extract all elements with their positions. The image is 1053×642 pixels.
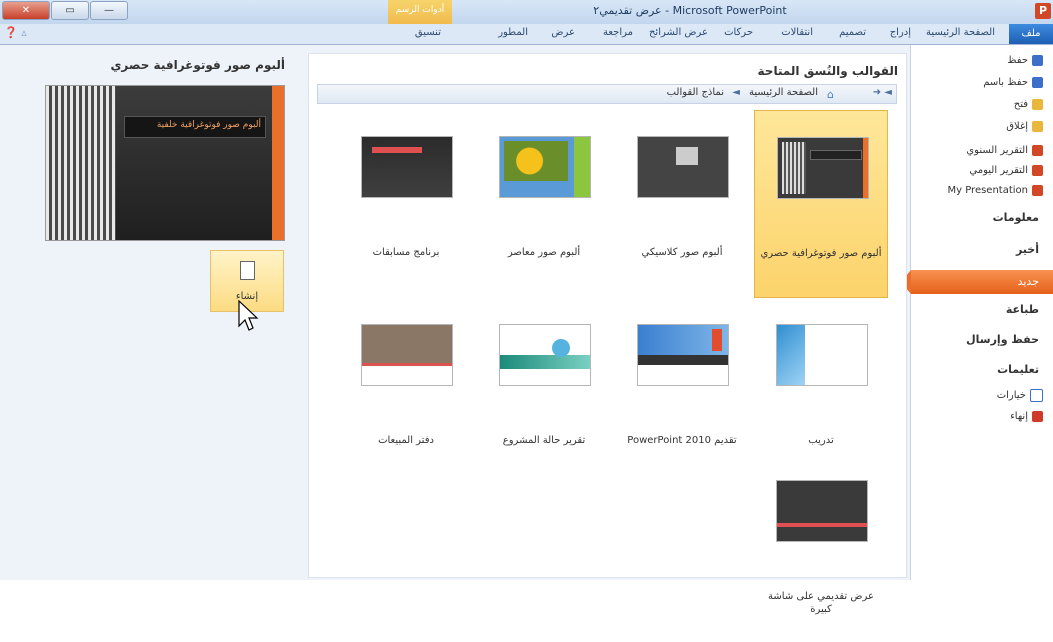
preview-slide: ألبوم صور فوتوغرافية خلفية: [45, 85, 285, 241]
preview-texture: [46, 86, 116, 240]
template-label: عرض تقديمي على شاشة كبيرة: [768, 591, 874, 615]
template-label: تدريب: [808, 435, 834, 446]
recent-file-2[interactable]: التقرير اليومي: [969, 165, 1043, 176]
tab-slideshow[interactable]: عرض الشرائح: [649, 27, 708, 38]
nav-save-as-label: حفظ باسم: [983, 77, 1028, 88]
nav-exit-label: إنهاء: [1010, 411, 1028, 422]
preview-slide-text: ألبوم صور فوتوغرافية خلفية: [156, 120, 261, 130]
template-thumbnail: [777, 137, 869, 199]
template-tile[interactable]: تقديم PowerPoint 2010: [615, 298, 749, 486]
tab-animations[interactable]: حركات: [724, 27, 753, 38]
close-folder-icon: [1032, 121, 1043, 132]
templates-panel: القوالب والنُسق المتاحة ➜ ◄ ⌂ الصفحة الر…: [308, 53, 907, 615]
home-icon[interactable]: ⌂: [827, 88, 834, 101]
nav-save-label: حفظ: [1007, 55, 1028, 66]
contextual-tab-group-label: أدوات الرسم: [395, 5, 445, 15]
nav-help[interactable]: تعليمات: [997, 363, 1039, 376]
window-controls: ✕ ▭ —: [2, 1, 128, 20]
template-thumbnail: [776, 480, 868, 542]
options-icon: [1030, 389, 1043, 402]
pptx-file-icon: [1032, 145, 1043, 156]
tab-format[interactable]: تنسيق: [415, 27, 441, 38]
back-forward-arrows[interactable]: ➜ ◄: [873, 87, 892, 98]
mouse-cursor-icon: [238, 300, 259, 331]
save-as-icon: [1032, 77, 1043, 88]
template-thumbnail: [637, 136, 729, 198]
new-document-icon: [240, 261, 255, 280]
minimize-ribbon-icon[interactable]: ▵: [21, 26, 27, 39]
template-tile[interactable]: ألبوم صور معاصر: [477, 110, 611, 298]
tab-home[interactable]: الصفحة الرئيسية: [926, 27, 995, 38]
template-tile[interactable]: ألبوم صور كلاسيكي: [615, 110, 749, 298]
nav-options[interactable]: خيارات: [997, 389, 1043, 402]
template-thumbnail: [776, 324, 868, 386]
template-label: برنامج مسابقات: [372, 247, 440, 258]
recent-file-3[interactable]: My Presentation: [947, 185, 1043, 196]
template-tile[interactable]: تقرير حالة المشروع: [477, 298, 611, 486]
preview-accent-bar: [272, 86, 284, 240]
nav-close-label: إغلاق: [1006, 121, 1028, 132]
exit-icon: [1032, 411, 1043, 422]
tab-design[interactable]: تصميم: [839, 27, 866, 38]
template-thumbnail: [499, 324, 591, 386]
help-icon[interactable]: ❓ ▵: [4, 26, 27, 39]
tab-insert[interactable]: إدراج: [890, 27, 911, 38]
nav-open[interactable]: فتح: [1014, 99, 1043, 110]
close-window-button[interactable]: ✕: [2, 1, 50, 20]
nav-new[interactable]: جديد: [911, 270, 1053, 294]
maximize-window-button[interactable]: ▭: [51, 1, 89, 20]
nav-save[interactable]: حفظ: [1007, 55, 1043, 66]
recent-file-1[interactable]: التقرير السنوي: [966, 145, 1043, 156]
nav-recent[interactable]: أخير: [1016, 243, 1039, 256]
breadcrumb-home[interactable]: الصفحة الرئيسية: [749, 87, 818, 98]
recent-file-3-label: My Presentation: [947, 185, 1028, 196]
template-thumbnail: [361, 324, 453, 386]
breadcrumb-current[interactable]: نماذج القوالب: [667, 87, 724, 98]
template-thumbnail: [637, 324, 729, 386]
templates-heading: القوالب والنُسق المتاحة: [757, 64, 898, 78]
open-folder-icon: [1032, 99, 1043, 110]
backstage-nav: حفظ حفظ باسم فتح إغلاق التقرير السنوي ال…: [910, 45, 1053, 580]
nav-save-as[interactable]: حفظ باسم: [983, 77, 1043, 88]
template-label: تقديم PowerPoint 2010: [627, 435, 737, 446]
powerpoint-app-icon[interactable]: P: [1035, 3, 1051, 19]
tab-view[interactable]: عرض: [551, 27, 575, 38]
ribbon-tabs: الصفحة الرئيسية إدراج تصميم انتقالات حرك…: [0, 24, 1053, 45]
tab-transitions[interactable]: انتقالات: [781, 27, 813, 38]
template-thumbnail: [361, 136, 453, 198]
recent-file-1-label: التقرير السنوي: [966, 145, 1028, 156]
nav-open-label: فتح: [1013, 99, 1028, 110]
breadcrumb-separator-icon: ◄: [732, 87, 740, 98]
save-icon: [1032, 55, 1043, 66]
template-tile[interactable]: دفتر المبيعات: [339, 298, 473, 486]
template-tile[interactable]: برنامج مسابقات: [339, 110, 473, 298]
template-tile[interactable]: عرض تقديمي على شاشة كبيرة: [754, 454, 888, 642]
nav-options-label: خيارات: [996, 390, 1026, 401]
tab-file[interactable]: ملف: [1009, 24, 1053, 44]
title-bar: ✕ ▭ — عرض تقديمي٢ - Microsoft PowerPoint…: [0, 0, 1053, 25]
preview-title-box: ألبوم صور فوتوغرافية خلفية: [124, 116, 266, 138]
template-label: تقرير حالة المشروع: [502, 435, 586, 446]
recent-file-2-label: التقرير اليومي: [969, 165, 1028, 176]
template-label: ألبوم صور فوتوغرافية حصري: [760, 248, 882, 259]
nav-close[interactable]: إغلاق: [1006, 121, 1043, 132]
preview-title: ألبوم صور فوتوغرافية حصري: [110, 58, 285, 72]
template-thumbnail: [499, 136, 591, 198]
template-label: دفتر المبيعات: [378, 435, 434, 446]
minimize-window-button[interactable]: —: [90, 1, 128, 20]
template-tile[interactable]: ألبوم صور فوتوغرافية حصري: [754, 110, 888, 298]
nav-print[interactable]: طباعة: [1006, 303, 1039, 316]
nav-save-send[interactable]: حفظ وإرسال: [966, 333, 1039, 346]
window-title: عرض تقديمي٢ - Microsoft PowerPoint: [593, 4, 787, 17]
pptx-file-icon: [1032, 185, 1043, 196]
tab-review[interactable]: مراجعة: [603, 27, 633, 38]
nav-exit[interactable]: إنهاء: [1010, 411, 1043, 422]
pptx-file-icon: [1032, 165, 1043, 176]
template-label: ألبوم صور معاصر: [507, 247, 581, 258]
tab-developer[interactable]: المطور: [498, 27, 528, 38]
breadcrumb: ➜ ◄ ⌂ الصفحة الرئيسية ◄ نماذج القوالب: [317, 84, 897, 104]
nav-info[interactable]: معلومات: [993, 211, 1039, 224]
template-label: ألبوم صور كلاسيكي: [641, 247, 723, 258]
